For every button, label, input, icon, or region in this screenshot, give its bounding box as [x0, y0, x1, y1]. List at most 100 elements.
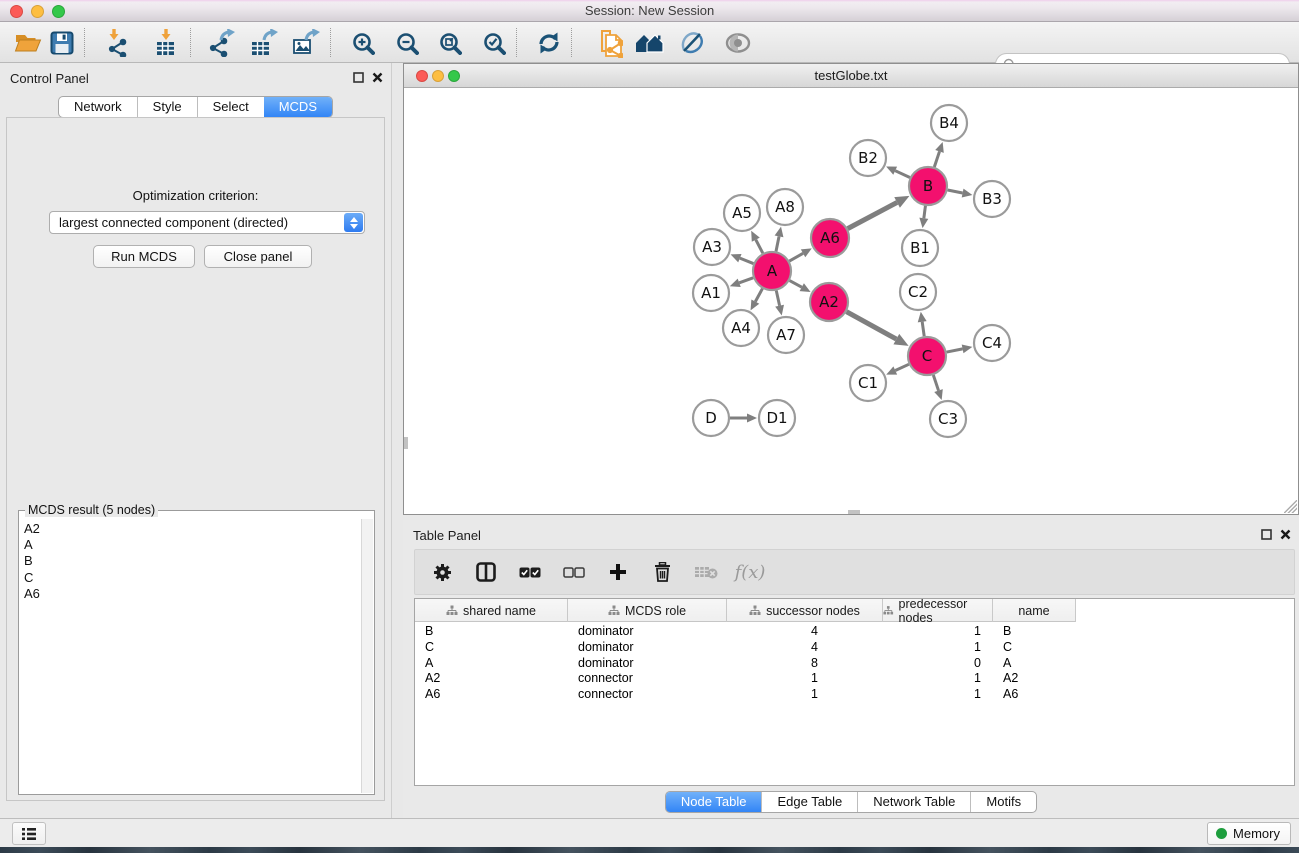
graph-edge-A2-C[interactable]	[847, 312, 897, 339]
delete-column-button[interactable]	[647, 557, 677, 587]
tab-motifs[interactable]: Motifs	[970, 792, 1036, 812]
graph-edge-C-C4[interactable]	[947, 349, 963, 352]
table-cell[interactable]: connector	[568, 670, 727, 686]
memory-button[interactable]: Memory	[1207, 822, 1291, 845]
tab-edge-table[interactable]: Edge Table	[761, 792, 857, 812]
zoom-fit-button[interactable]	[432, 27, 468, 59]
export-table-button[interactable]	[246, 27, 282, 59]
tab-network-table[interactable]: Network Table	[857, 792, 970, 812]
float-panel-icon[interactable]	[353, 72, 364, 83]
column-visibility-button[interactable]	[471, 557, 501, 587]
home-button[interactable]	[632, 27, 668, 59]
graph-edge-A6-B[interactable]	[848, 202, 897, 228]
tab-mcds[interactable]: MCDS	[264, 97, 332, 117]
delete-table-button[interactable]	[691, 557, 721, 587]
table-cell[interactable]: 1	[883, 623, 993, 639]
run-mcds-button[interactable]: Run MCDS	[93, 245, 195, 268]
settings-gear-button[interactable]	[427, 557, 457, 587]
table-cell[interactable]: 1	[883, 686, 993, 702]
import-table-button[interactable]	[148, 27, 184, 59]
mcds-result-item[interactable]: B	[24, 553, 361, 569]
table-cell[interactable]: 0	[883, 655, 993, 671]
save-session-button[interactable]	[44, 27, 80, 59]
graph-edge-A-A8[interactable]	[776, 236, 779, 251]
criterion-dropdown[interactable]: largest connected component (directed)	[49, 211, 365, 234]
select-all-checks-button[interactable]	[515, 557, 545, 587]
table-row[interactable]: Cdominator41C	[415, 639, 1076, 655]
table-cell[interactable]: A2	[993, 670, 1076, 686]
graph-edge-B-B2[interactable]	[895, 171, 910, 178]
table-cell[interactable]: A	[993, 655, 1076, 671]
table-row[interactable]: Bdominator41B	[415, 623, 1076, 639]
import-network-button[interactable]	[101, 27, 137, 59]
table-cell[interactable]: C	[993, 639, 1076, 655]
refresh-button[interactable]	[531, 27, 567, 59]
table-cell[interactable]: A2	[415, 670, 568, 686]
graph-edge-A-A1[interactable]	[739, 278, 753, 283]
table-cell[interactable]: 1	[883, 670, 993, 686]
mcds-result-item[interactable]: C	[24, 570, 361, 586]
tab-style[interactable]: Style	[137, 97, 197, 117]
table-cell[interactable]: A	[415, 655, 568, 671]
column-header-name[interactable]: name	[993, 599, 1076, 622]
table-cell[interactable]: A6	[415, 686, 568, 702]
table-cell[interactable]: connector	[568, 686, 727, 702]
graph-edge-A-A7[interactable]	[776, 291, 779, 306]
table-cell[interactable]: 4	[727, 639, 883, 655]
zoom-out-button[interactable]	[389, 27, 425, 59]
deselect-all-checks-button[interactable]	[559, 557, 589, 587]
close-panel-icon[interactable]	[372, 72, 383, 83]
graph-edge-A-A2[interactable]	[790, 281, 802, 288]
export-network-button[interactable]	[204, 27, 240, 59]
tab-network[interactable]: Network	[59, 97, 137, 117]
graph-edge-B-B4[interactable]	[934, 151, 939, 167]
graph-edge-A-A5[interactable]	[756, 240, 763, 254]
table-row[interactable]: A2connector11A2	[415, 670, 1076, 686]
graph-edge-C-C3[interactable]	[933, 375, 938, 391]
graph-edge-B-B1[interactable]	[924, 206, 926, 218]
mcds-result-item[interactable]: A2	[24, 521, 361, 537]
network-hscroll-thumb[interactable]	[848, 510, 860, 514]
table-cell[interactable]: B	[993, 623, 1076, 639]
network-canvas[interactable]: B4B2BB3A8A5A6A3B1AA1C2A2A4A7C4CC1C3DD1	[404, 88, 1298, 514]
table-cell[interactable]: A6	[993, 686, 1076, 702]
table-row[interactable]: Adominator80A	[415, 655, 1076, 671]
table-cell[interactable]: 4	[727, 623, 883, 639]
add-column-button[interactable]	[603, 557, 633, 587]
graph-edge-A-A4[interactable]	[755, 289, 762, 302]
graph-edge-B-B3[interactable]	[948, 190, 963, 193]
table-cell[interactable]: 1	[727, 686, 883, 702]
graph-edge-A-A3[interactable]	[740, 258, 754, 263]
export-image-button[interactable]	[288, 27, 324, 59]
hide-graphics-details-button[interactable]	[674, 27, 710, 59]
table-row[interactable]: A6connector11A6	[415, 686, 1076, 702]
tab-select[interactable]: Select	[197, 97, 264, 117]
float-table-panel-icon[interactable]	[1261, 529, 1272, 540]
open-file-button[interactable]	[10, 27, 46, 59]
function-builder-button[interactable]: f(x)	[735, 557, 765, 587]
column-header-predecessor-nodes[interactable]: predecessor nodes	[883, 599, 993, 622]
resize-grip-icon[interactable]	[1284, 500, 1297, 513]
mcds-result-item[interactable]: A6	[24, 586, 361, 602]
table-cell[interactable]: 8	[727, 655, 883, 671]
column-header-shared-name[interactable]: shared name	[415, 599, 568, 622]
table-cell[interactable]: 1	[727, 670, 883, 686]
graph-edge-C-C2[interactable]	[922, 322, 924, 336]
table-cell[interactable]: 1	[883, 639, 993, 655]
network-vscroll-thumb[interactable]	[404, 437, 408, 449]
column-header-successor-nodes[interactable]: successor nodes	[727, 599, 883, 622]
show-graphics-details-button[interactable]	[720, 27, 756, 59]
task-history-button[interactable]	[12, 822, 46, 845]
graph-edge-C-C1[interactable]	[895, 364, 909, 370]
table-cell[interactable]: dominator	[568, 623, 727, 639]
close-panel-button[interactable]: Close panel	[204, 245, 312, 268]
table-cell[interactable]: dominator	[568, 639, 727, 655]
mcds-result-item[interactable]: A	[24, 537, 361, 553]
zoom-selected-button[interactable]	[476, 27, 512, 59]
tab-node-table[interactable]: Node Table	[666, 792, 762, 812]
result-scrollbar[interactable]	[361, 519, 373, 793]
table-cell[interactable]: B	[415, 623, 568, 639]
zoom-in-button[interactable]	[345, 27, 381, 59]
table-cell[interactable]: C	[415, 639, 568, 655]
graph-edge-A-A6[interactable]	[789, 253, 803, 261]
